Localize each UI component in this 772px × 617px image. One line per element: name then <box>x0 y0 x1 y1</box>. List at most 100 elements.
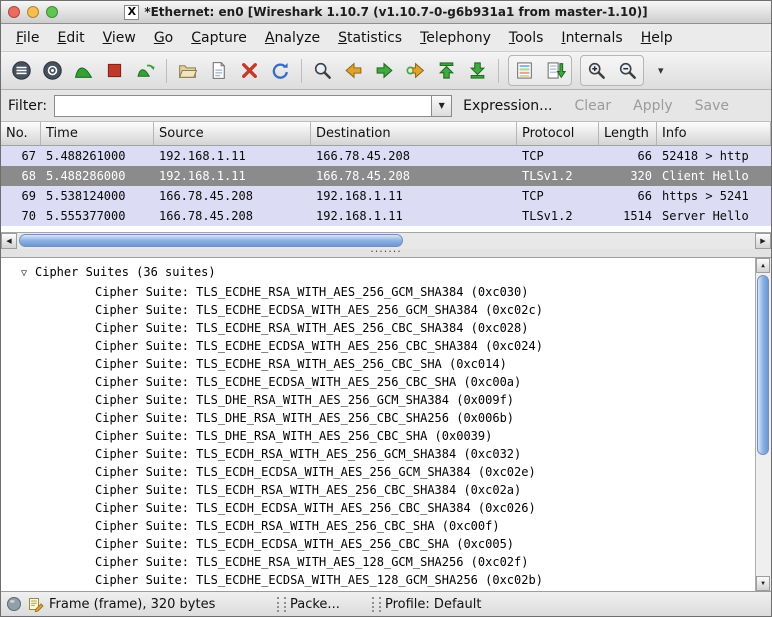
scroll-left-button[interactable]: ◀ <box>1 233 17 249</box>
cipher-suite-item[interactable]: Cipher Suite: TLS_ECDH_RSA_WITH_AES_256_… <box>1 517 753 535</box>
cell-info: Client Hello <box>657 166 771 186</box>
cipher-suite-item[interactable]: Cipher Suite: TLS_DHE_RSA_WITH_AES_256_C… <box>1 427 753 445</box>
column-header[interactable]: Protocol <box>517 122 599 145</box>
column-header[interactable]: Time <box>41 122 154 145</box>
go-back-button[interactable] <box>338 56 369 85</box>
colorize-list-icon <box>514 60 535 81</box>
cell-source: 192.168.1.11 <box>154 166 311 186</box>
close-capture-file-button[interactable] <box>234 56 265 85</box>
expander-open-icon[interactable]: ▽ <box>21 265 35 283</box>
minimize-window-button[interactable] <box>27 6 39 18</box>
cipher-suite-item[interactable]: Cipher Suite: TLS_ECDHE_RSA_WITH_AES_256… <box>1 319 753 337</box>
cipher-suite-item[interactable]: Cipher Suite: TLS_ECDHE_RSA_WITH_AES_256… <box>1 283 753 301</box>
menu-item[interactable]: Capture <box>182 27 256 49</box>
menu-item[interactable]: Help <box>632 27 682 49</box>
go-to-packet-button[interactable] <box>400 56 431 85</box>
menu-item[interactable]: Telephony <box>411 27 500 49</box>
expression-button[interactable]: Expression... <box>452 95 563 117</box>
reload-capture-button[interactable] <box>265 56 296 85</box>
filter-dropdown-button[interactable]: ▼ <box>431 95 452 117</box>
vscroll-thumb[interactable] <box>757 275 769 455</box>
cipher-suite-item[interactable]: Cipher Suite: TLS_ECDH_RSA_WITH_AES_256_… <box>1 445 753 463</box>
auto-scroll-button[interactable] <box>540 56 571 85</box>
scroll-right-button[interactable]: ▶ <box>755 233 771 249</box>
close-window-button[interactable] <box>8 6 20 18</box>
cipher-suite-item[interactable]: Cipher Suite: TLS_ECDHE_ECDSA_WITH_AES_2… <box>1 301 753 319</box>
cipher-suite-item[interactable]: Cipher Suite: TLS_DHE_RSA_WITH_AES_256_G… <box>1 391 753 409</box>
hscroll-track[interactable] <box>17 233 755 249</box>
column-header[interactable]: No. <box>1 122 41 145</box>
cipher-suite-item[interactable]: Cipher Suite: TLS_DHE_RSA_WITH_AES_256_C… <box>1 409 753 427</box>
packet-row[interactable]: 68 5.488286000 192.168.1.11 166.78.45.20… <box>1 166 771 186</box>
filter-input[interactable] <box>54 95 431 117</box>
cipher-suite-item[interactable]: Cipher Suite: TLS_ECDHE_ECDSA_WITH_AES_2… <box>1 373 753 391</box>
window-title-text: *Ethernet: en0 [Wireshark 1.10.7 (v1.10.… <box>144 5 647 19</box>
menu-item[interactable]: Tools <box>500 27 553 49</box>
main-toolbar: ▾ <box>1 52 771 90</box>
x11-app-icon: X <box>124 5 139 20</box>
auto-scroll-icon <box>545 60 566 81</box>
colorize-packet-list-button[interactable] <box>509 56 540 85</box>
cipher-suite-item[interactable]: Cipher Suite: TLS_ECDH_ECDSA_WITH_AES_25… <box>1 463 753 481</box>
statusbar-grip[interactable] <box>277 597 286 612</box>
apply-button[interactable]: Apply <box>622 95 684 117</box>
scroll-down-button[interactable]: ▼ <box>756 576 770 591</box>
packet-row[interactable]: 67 5.488261000 192.168.1.11 166.78.45.20… <box>1 146 771 166</box>
go-to-top-button[interactable] <box>431 56 462 85</box>
cell-no: 67 <box>1 146 41 166</box>
details-vscrollbar[interactable]: ▲ ▼ <box>755 258 771 591</box>
stop-capture-button[interactable] <box>99 56 130 85</box>
cell-destination: 192.168.1.11 <box>311 206 517 226</box>
save-button[interactable]: Save <box>684 95 740 117</box>
toolbar-overflow-button[interactable]: ▾ <box>652 64 670 77</box>
scroll-up-button[interactable]: ▲ <box>756 258 770 273</box>
zoom-in-button[interactable] <box>581 56 612 85</box>
capture-options-button[interactable] <box>37 56 68 85</box>
cipher-suite-item[interactable]: Cipher Suite: TLS_ECDHE_RSA_WITH_AES_128… <box>1 553 753 571</box>
pane-resize-grip[interactable]: ······· <box>1 249 771 258</box>
toolbar-group-display <box>508 55 572 86</box>
expert-info-icon[interactable] <box>5 596 22 613</box>
list-interfaces-icon <box>11 60 32 81</box>
clear-button[interactable]: Clear <box>564 95 623 117</box>
column-header[interactable]: Destination <box>311 122 517 145</box>
cipher-suite-item[interactable]: Cipher Suite: TLS_ECDH_ECDSA_WITH_AES_25… <box>1 535 753 553</box>
menu-item[interactable]: Internals <box>552 27 631 49</box>
column-header[interactable]: Length <box>599 122 657 145</box>
packet-row[interactable]: 70 5.555377000 166.78.45.208 192.168.1.1… <box>1 206 771 226</box>
list-interfaces-button[interactable] <box>6 56 37 85</box>
menu-item[interactable]: Go <box>145 27 182 49</box>
toolbar-separator <box>498 59 499 83</box>
menu-item[interactable]: Statistics <box>329 27 411 49</box>
open-capture-file-button[interactable] <box>172 56 203 85</box>
save-capture-file-button[interactable] <box>203 56 234 85</box>
menu-item[interactable]: View <box>94 27 145 49</box>
cipher-suite-item[interactable]: Cipher Suite: TLS_ECDHE_RSA_WITH_AES_256… <box>1 355 753 373</box>
go-forward-button[interactable] <box>369 56 400 85</box>
cipher-suite-item[interactable]: Cipher Suite: TLS_ECDHE_ECDSA_WITH_AES_2… <box>1 337 753 355</box>
triangle-left-icon: ◀ <box>6 237 11 245</box>
cell-time: 5.488286000 <box>41 166 154 186</box>
tree-node-cipher-suites[interactable]: ▽Cipher Suites (36 suites) <box>1 263 753 283</box>
find-packet-button[interactable] <box>307 56 338 85</box>
cipher-suite-item[interactable]: Cipher Suite: TLS_ECDHE_ECDSA_WITH_AES_1… <box>1 571 753 589</box>
packet-row[interactable]: 69 5.538124000 166.78.45.208 192.168.1.1… <box>1 186 771 206</box>
cipher-suite-item[interactable]: Cipher Suite: TLS_ECDH_ECDSA_WITH_AES_25… <box>1 499 753 517</box>
start-capture-button[interactable] <box>68 56 99 85</box>
capture-comment-icon[interactable] <box>27 596 44 613</box>
menu-item[interactable]: Analyze <box>256 27 329 49</box>
column-header[interactable]: Info <box>657 122 771 145</box>
column-header[interactable]: Source <box>154 122 311 145</box>
zoom-window-button[interactable] <box>46 6 58 18</box>
arrow-right-icon <box>374 60 395 81</box>
cipher-suite-item[interactable]: Cipher Suite: TLS_ECDH_RSA_WITH_AES_256_… <box>1 481 753 499</box>
restart-capture-button[interactable] <box>130 56 161 85</box>
statusbar-profile[interactable]: Profile: Default <box>385 597 481 612</box>
statusbar-grip[interactable] <box>372 597 381 612</box>
hscroll-thumb[interactable] <box>19 234 403 247</box>
go-to-bottom-button[interactable] <box>462 56 493 85</box>
cell-source: 192.168.1.11 <box>154 146 311 166</box>
zoom-out-button[interactable] <box>612 56 643 85</box>
menu-item[interactable]: File <box>7 27 48 49</box>
menu-item[interactable]: Edit <box>48 27 93 49</box>
